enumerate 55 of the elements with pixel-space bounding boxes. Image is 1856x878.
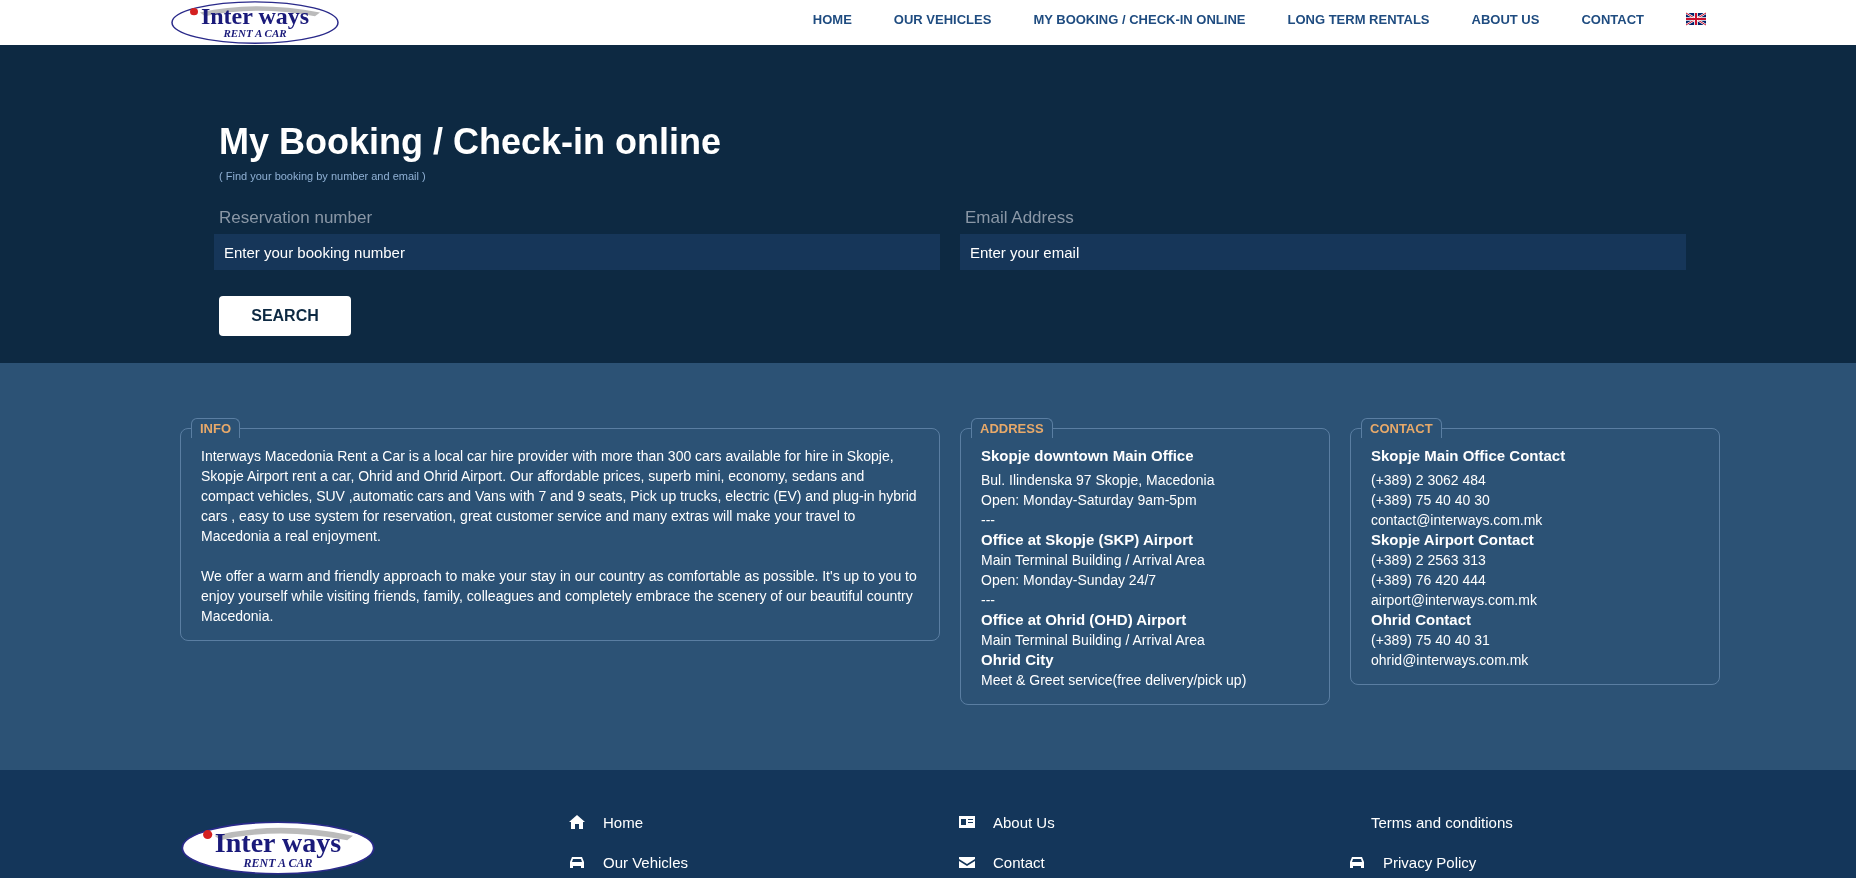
- id-card-icon: [959, 815, 975, 829]
- nav-link[interactable]: ABOUT US: [1471, 9, 1540, 29]
- address-line: Meet & Greet service(free delivery/pick up): [981, 671, 1248, 690]
- address-line: ---: [981, 511, 996, 530]
- contact-heading: Skopje Airport Contact: [1371, 530, 1535, 550]
- footer-logo[interactable]: Inter ways RENT A CAR: [180, 820, 376, 876]
- address-line: Open: Monday-Saturday 9am-5pm: [981, 491, 1198, 510]
- contact-heading: Ohrid Contact: [1371, 610, 1472, 630]
- address-line: Main Terminal Building / Arrival Area: [981, 551, 1206, 570]
- office-heading: Skopje downtown Main Office: [981, 446, 1195, 466]
- flag-icon[interactable]: [1686, 12, 1706, 26]
- footer-link[interactable]: Our Vehicles: [603, 853, 689, 871]
- nav-link[interactable]: CONTACT: [1581, 9, 1644, 29]
- office-heading: Office at Ohrid (OHD) Airport: [981, 610, 1188, 630]
- logo[interactable]: Inter ways RENT A CAR: [170, 0, 340, 45]
- office-heading: Ohrid City: [981, 650, 1055, 670]
- info-paragraph: Interways Macedonia Rent a Car is a local car hire provider with more than 300 cars available for hire in Skopje, Skopje Airport rent a car, Ohrid and Ohrid Airport. Our affordable prices, superb mini, economy, sedans and compact vehicles, SUV ,automatic cars and Vans with 7 and 9 seats, Pick up trucks, electric (EV) and plug-in hybrid cars , easy to use system for reservation, great customer service and many extras will make your travel to Macedonia a real enjoyment.: [201, 447, 918, 546]
- nav-link[interactable]: HOME: [812, 9, 852, 29]
- office-heading: Office at Skopje (SKP) Airport: [981, 530, 1194, 550]
- nav-link[interactable]: OUR VEHICLES: [893, 9, 992, 29]
- car-icon: [1349, 855, 1365, 869]
- home-icon: [569, 815, 585, 829]
- panel-title: INFO: [191, 418, 241, 438]
- contact-line: ohrid@interways.com.mk: [1371, 651, 1530, 670]
- address-line: Main Terminal Building / Arrival Area: [981, 631, 1206, 650]
- contact-line: (+389) 75 40 40 31: [1371, 631, 1491, 650]
- contact-line: (+389) 76 420 444: [1371, 571, 1487, 590]
- contact-line: contact@interways.com.mk: [1371, 511, 1544, 530]
- address-line: Open: Monday-Sunday 24/7: [981, 571, 1158, 590]
- page-subtitle: ( Find your booking by number and email ): [219, 170, 427, 182]
- contact-heading: Skopje Main Office Contact: [1371, 446, 1567, 466]
- input-field[interactable]: Enter your booking number: [214, 234, 940, 270]
- contact-line: (+389) 2 2563 313: [1371, 551, 1487, 570]
- footer-link[interactable]: About Us: [993, 813, 1055, 831]
- nav-link[interactable]: MY BOOKING / CHECK-IN ONLINE: [1033, 9, 1246, 29]
- input-field[interactable]: Enter your email: [960, 234, 1686, 270]
- contact-line: (+389) 2 3062 484: [1371, 471, 1487, 490]
- footer-link[interactable]: Home: [603, 813, 643, 831]
- search-button[interactable]: SEARCH: [219, 296, 351, 336]
- envelope-icon: [959, 855, 975, 869]
- address-line: Bul. Ilindenska 97 Skopje, Macedonia: [981, 471, 1216, 490]
- field-label: Reservation number: [219, 208, 374, 228]
- info-paragraph: We offer a warm and friendly approach to make your stay in our country as comfortable as possible. It's up to you to enjoy yourself while visiting friends, family, colleagues and completely embrace the scenery of our beautiful country Macedonia.: [201, 567, 918, 626]
- car-icon: [569, 855, 585, 869]
- field-label: Email Address: [965, 208, 1075, 228]
- footer-link[interactable]: Terms and conditions: [1371, 813, 1513, 831]
- page-title: My Booking / Check-in online: [218, 120, 723, 164]
- panel-title: ADDRESS: [971, 418, 1053, 438]
- address-line: ---: [981, 591, 996, 610]
- nav-link[interactable]: LONG TERM RENTALS: [1287, 9, 1430, 29]
- footer-link[interactable]: Contact: [993, 853, 1045, 871]
- footer-link[interactable]: Privacy Policy: [1383, 853, 1477, 871]
- contact-line: airport@interways.com.mk: [1371, 591, 1538, 610]
- panel-title: CONTACT: [1361, 418, 1442, 438]
- contact-line: (+389) 75 40 40 30: [1371, 491, 1491, 510]
